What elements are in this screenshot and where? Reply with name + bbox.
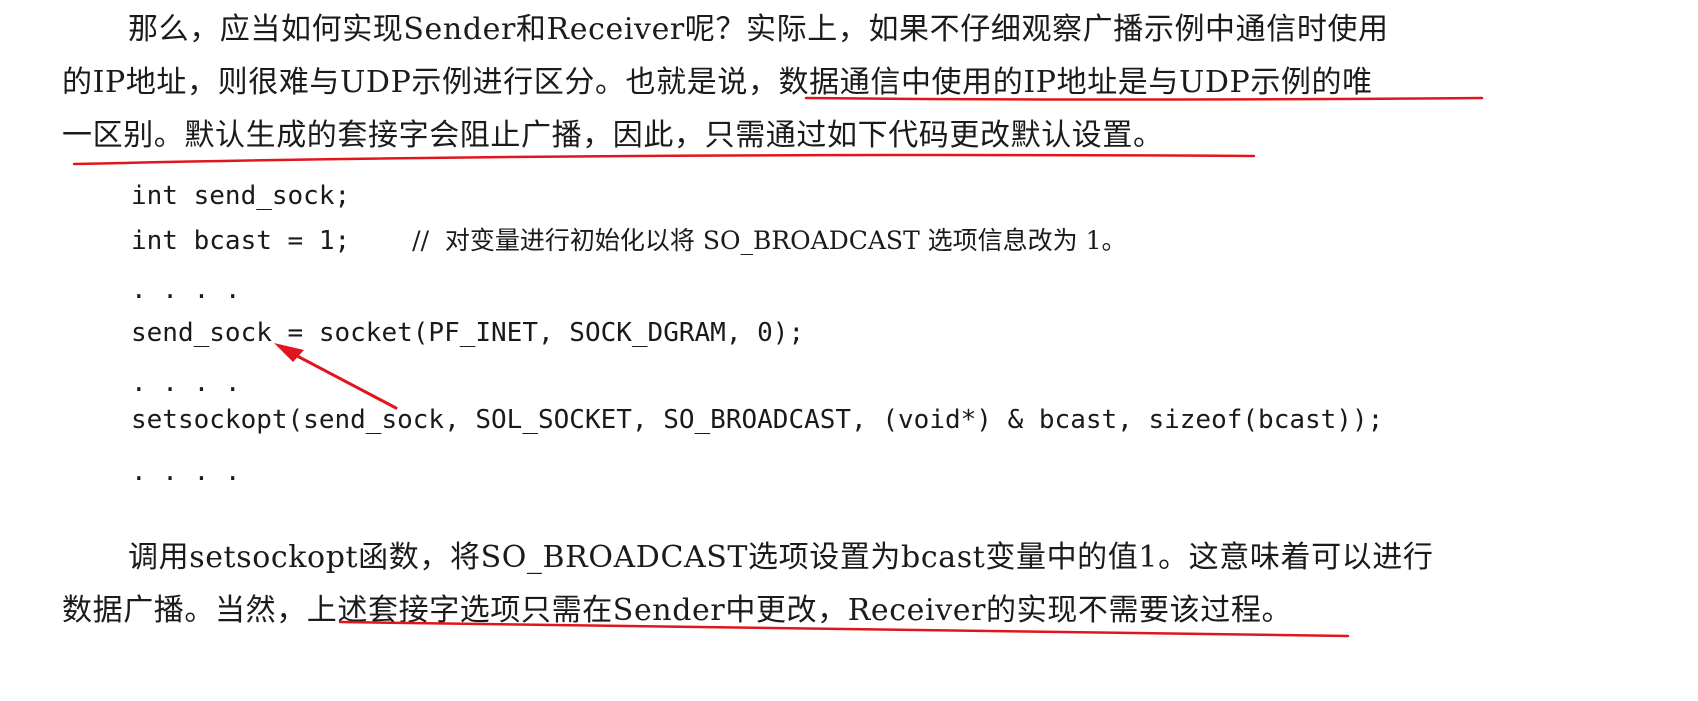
code-line1: int send_sock; xyxy=(131,181,351,211)
code-line3-ellipsis: . . . . xyxy=(131,275,241,305)
code-line7-ellipsis: . . . . xyxy=(131,457,241,487)
code-line5-ellipsis: . . . . xyxy=(131,368,241,398)
paragraph2-line1: 调用setsockopt函数，将SO_BROADCAST选项设置为bcast变量… xyxy=(128,540,1434,575)
paragraph1-line3: 一区别。默认生成的套接字会阻止广播，因此，只需通过如下代码更改默认设置。 xyxy=(62,118,1164,153)
code-line6: setsockopt(send_sock, SOL_SOCKET, SO_BRO… xyxy=(131,405,1384,435)
code-line2-comment: // 对变量进行初始化以将 SO_BROADCAST 选项信息改为 1。 xyxy=(412,226,1127,255)
code-line4: send_sock = socket(PF_INET, SOCK_DGRAM, … xyxy=(131,318,805,348)
paragraph1-line2: 的IP地址，则很难与UDP示例进行区分。也就是说，数据通信中使用的IP地址是与U… xyxy=(62,65,1373,100)
paragraph2-line2: 数据广播。当然，上述套接字选项只需在Sender中更改，Receiver的实现不… xyxy=(62,593,1293,628)
book-page: 那么，应当如何实现Sender和Receiver呢？实际上，如果不仔细观察广播示… xyxy=(0,0,1698,701)
paragraph1-line1: 那么，应当如何实现Sender和Receiver呢？实际上，如果不仔细观察广播示… xyxy=(128,12,1389,47)
arrow-shaft xyxy=(280,346,398,410)
underline-mark xyxy=(72,153,1256,166)
code-line2-code: int bcast = 1; xyxy=(131,226,351,256)
code-line2: int bcast = 1; // 对变量进行初始化以将 SO_BROADCAST… xyxy=(131,224,1127,258)
